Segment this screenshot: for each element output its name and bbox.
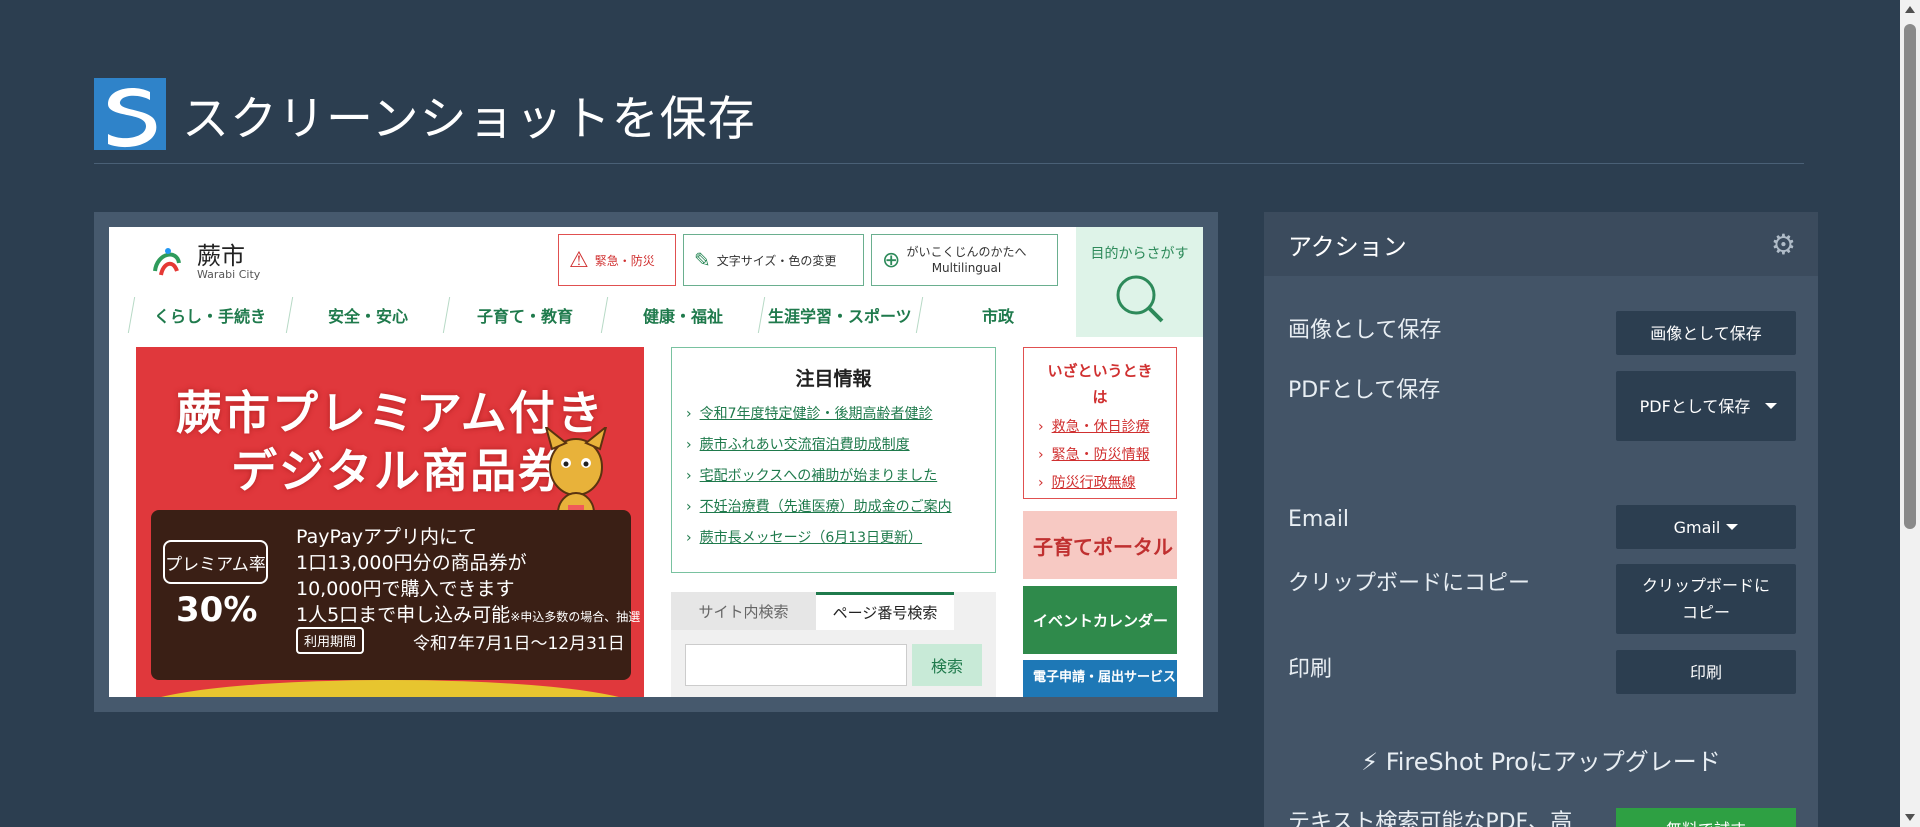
page-scrollbar[interactable] — [1900, 0, 1920, 827]
gmail-button-label: Gmail — [1673, 517, 1721, 537]
magnifier-icon — [1116, 275, 1163, 323]
emergency-list: 救急・休日診療 緊急・防災情報 防災行政無線 — [1024, 416, 1176, 492]
city-logo: 蕨市 Warabi City — [147, 241, 260, 283]
gmail-button[interactable]: Gmail — [1616, 505, 1796, 549]
e-application-banner[interactable]: 電子申請・届出サービス — [1023, 660, 1177, 697]
save-pdf-label: PDFとして保存 — [1288, 378, 1441, 403]
save-image-button[interactable]: 画像として保存 — [1616, 311, 1796, 355]
copy-clipboard-button[interactable]: クリップボードにコピー — [1616, 564, 1796, 634]
banner-title-line2: デジタル商品券 — [231, 444, 567, 498]
header-divider — [94, 163, 1804, 164]
nav-item-safety[interactable]: 安全・安心 — [285, 297, 450, 333]
notice-title: 注目情報 — [795, 368, 872, 390]
upgrade-label: FireShot Proにアップグレード — [1385, 748, 1721, 776]
site-nav: くらし・手続き 安全・安心 子育て・教育 健康・福祉 生涯学習・スポーツ 市政 — [127, 297, 1080, 333]
scrollbar-thumb[interactable] — [1904, 24, 1916, 529]
upgrade-link[interactable]: ⚡ FireShot Proにアップグレード — [1264, 742, 1818, 777]
page-title: スクリーンショットを保存 — [182, 91, 756, 147]
site-search-input[interactable] — [685, 644, 907, 686]
fireshot-logo-icon — [94, 78, 166, 150]
nav-item-learning[interactable]: 生涯学習・スポーツ — [757, 297, 922, 333]
notice-item[interactable]: 不妊治療費（先進医療）助成金のご案内 — [686, 496, 995, 516]
banner-line-1: PayPayアプリ内にて — [296, 526, 477, 548]
banner-line-4: 1人5口まで申し込み可能※申込多数の場合、抽選 — [296, 604, 641, 626]
screenshot-preview[interactable]: 蕨市 Warabi City ⚠ 緊急・防災 ✎ 文字サイズ・色の変更 ⊕ がい… — [109, 227, 1203, 697]
emergency-item[interactable]: 防災行政無線 — [1038, 472, 1176, 492]
city-name-en: Warabi City — [197, 267, 261, 281]
nav-item-health[interactable]: 健康・福祉 — [600, 297, 765, 333]
print-label: 印刷 — [1288, 657, 1333, 682]
nav-item-life[interactable]: くらし・手続き — [127, 297, 292, 333]
email-label: Email — [1288, 507, 1350, 532]
site-search-panel: サイト内検索 ページ番号検索 検索 — [671, 592, 996, 697]
period-label: 利用期間 — [296, 627, 365, 654]
notice-item[interactable]: 宅配ボックスへの補助が始まりました — [686, 465, 995, 485]
pencil-icon: ✎ — [694, 248, 711, 272]
site-search-button[interactable]: 検索 — [912, 644, 982, 686]
chevron-down-icon — [1726, 524, 1739, 530]
premium-rate-label: プレミアム率 — [163, 540, 268, 584]
notice-item[interactable]: 蕨市長メッセージ（6月13日更新） — [686, 527, 995, 547]
actions-header: アクション ⚙ — [1264, 212, 1818, 276]
banner-yellow-band — [136, 680, 644, 697]
warning-icon: ⚠ — [569, 247, 589, 273]
actions-panel: アクション ⚙ 画像として保存 画像として保存 PDFとして保存 PDFとして保… — [1264, 212, 1818, 827]
banner-line-4-note: ※申込多数の場合、抽選 — [510, 610, 641, 624]
scroll-down-icon[interactable] — [1905, 814, 1915, 821]
globe-icon: ⊕ — [882, 247, 901, 273]
purpose-search-label: 目的からさがす — [1090, 246, 1189, 262]
banner-info-box: プレミアム率 30% PayPayアプリ内にて 1口13,000円分の商品券が … — [151, 510, 640, 680]
multilingual-link[interactable]: ⊕ がいこくじんのかたへ Multilingual — [871, 234, 1058, 286]
save-image-label: 画像として保存 — [1288, 318, 1442, 343]
font-size-link-label: 文字サイズ・色の変更 — [716, 253, 837, 268]
banner-line-3: 10,000円で購入できます — [296, 578, 515, 600]
emergency-link-label: 緊急・防災 — [594, 253, 655, 268]
purpose-search-button[interactable]: 目的からさがす — [1076, 227, 1203, 337]
notice-item[interactable]: 令和7年度特定健診・後期高齢者健診 — [686, 403, 995, 423]
copy-clipboard-label: クリップボードにコピー — [1288, 571, 1531, 596]
tab-page-number-search[interactable]: ページ番号検索 — [816, 592, 954, 630]
event-calendar-banner[interactable]: イベントカレンダー — [1023, 586, 1177, 654]
period-text: 令和7年7月1日～12月31日 — [413, 634, 625, 654]
font-size-link[interactable]: ✎ 文字サイズ・色の変更 — [683, 234, 864, 286]
notice-box: 注目情報 令和7年度特定健診・後期高齢者健診 蕨市ふれあい交流宿泊費助成制度 宅… — [671, 347, 996, 573]
lightning-icon: ⚡ — [1361, 748, 1379, 776]
screenshot-preview-frame: 蕨市 Warabi City ⚠ 緊急・防災 ✎ 文字サイズ・色の変更 ⊕ がい… — [94, 212, 1218, 712]
city-name: 蕨市 — [197, 241, 245, 270]
premium-rate-value: 30% — [176, 590, 258, 630]
scroll-up-icon[interactable] — [1905, 6, 1915, 13]
notice-list: 令和7年度特定健診・後期高齢者健診 蕨市ふれあい交流宿泊費助成制度 宅配ボックス… — [672, 403, 995, 547]
childcare-portal-banner[interactable]: 子育てポータル — [1023, 511, 1177, 579]
multilingual-en-label: Multilingual — [931, 261, 1002, 275]
print-button[interactable]: 印刷 — [1616, 650, 1796, 694]
nav-item-government[interactable]: 市政 — [915, 297, 1080, 333]
banner-line-2: 1口13,000円分の商品券が — [296, 552, 527, 574]
gear-icon[interactable]: ⚙ — [1771, 228, 1796, 261]
emergency-title: いざというとき は — [1047, 362, 1153, 406]
multilingual-jp-label: がいこくじんのかたへ — [906, 245, 1027, 259]
actions-title: アクション — [1288, 232, 1407, 261]
free-trial-button[interactable]: 無料で試す — [1616, 808, 1796, 827]
nav-item-childcare[interactable]: 子育て・教育 — [442, 297, 607, 333]
save-pdf-button[interactable]: PDFとして保存 — [1616, 371, 1796, 441]
emergency-item[interactable]: 救急・休日診療 — [1038, 416, 1176, 436]
city-emblem-icon — [153, 248, 181, 276]
chevron-down-icon — [1765, 403, 1777, 409]
emergency-item[interactable]: 緊急・防災情報 — [1038, 444, 1176, 464]
tab-site-search[interactable]: サイト内検索 — [671, 592, 816, 630]
save-pdf-button-label: PDFとして保存 — [1639, 396, 1751, 416]
pro-feature-text: テキスト検索可能なPDF、高 — [1288, 810, 1573, 827]
page-header: スクリーンショットを保存 — [94, 78, 756, 150]
emergency-link[interactable]: ⚠ 緊急・防災 — [558, 234, 676, 286]
notice-item[interactable]: 蕨市ふれあい交流宿泊費助成制度 — [686, 434, 995, 454]
premium-voucher-banner[interactable]: 蕨市プレミアム付き デジタル商品券 プレミアム率 30% PayPayアプリ内に… — [136, 347, 644, 697]
emergency-box: いざというとき は 救急・休日診療 緊急・防災情報 防災行政無線 — [1023, 347, 1177, 499]
